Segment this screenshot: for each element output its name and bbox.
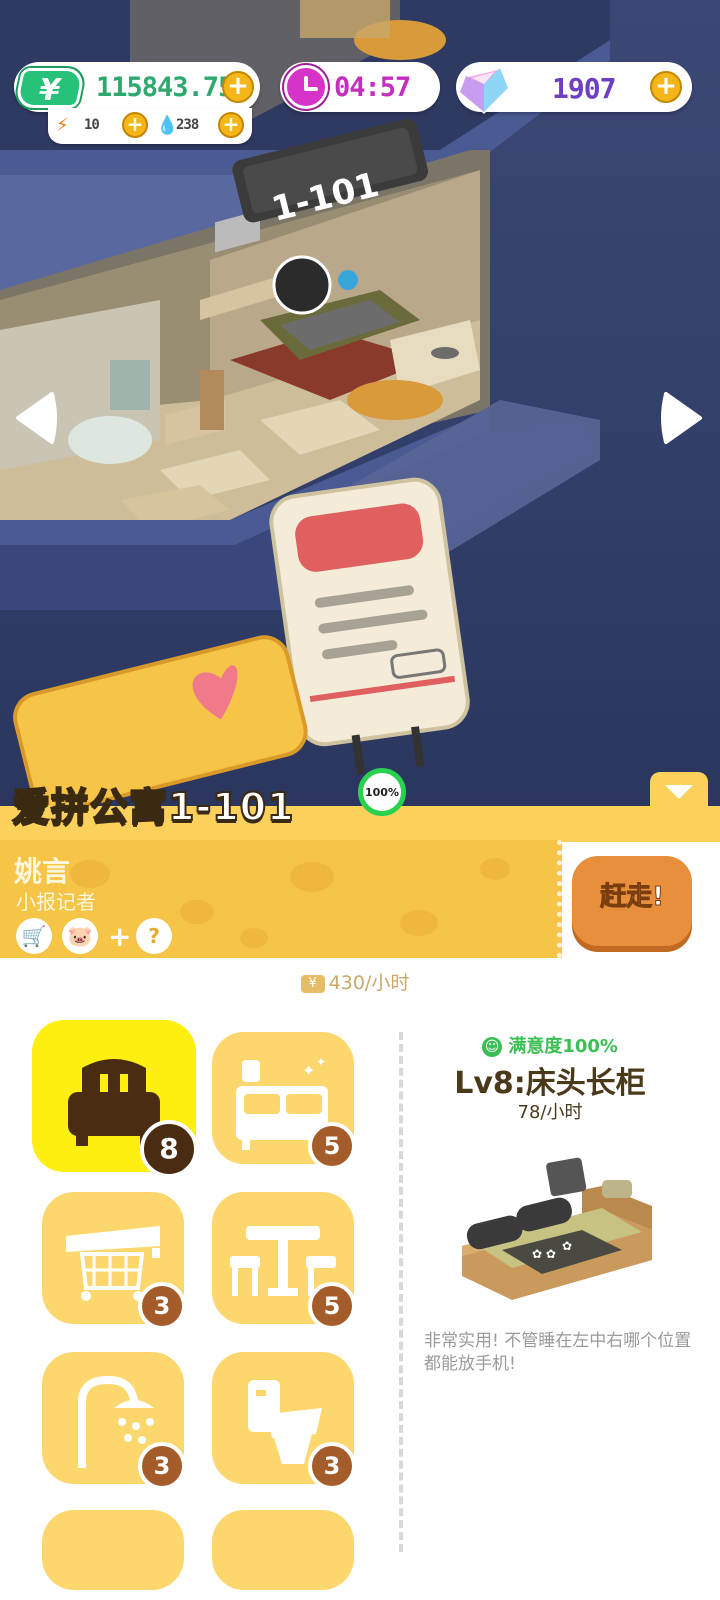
svg-text:✦: ✦ xyxy=(302,1061,315,1080)
add-money-button[interactable]: + xyxy=(222,71,254,103)
timer-value: 04:57 xyxy=(334,72,411,103)
panel-divider xyxy=(399,1032,403,1552)
previous-room-arrow-icon[interactable] xyxy=(12,390,58,446)
clock-icon xyxy=(284,65,328,109)
question-card-icon[interactable]: ? xyxy=(136,918,172,954)
tenant-card: 姚言 小报记者 🛒 🐷 + ? xyxy=(0,840,562,958)
category-bed[interactable]: 8 xyxy=(32,1020,198,1178)
next-room-arrow-icon[interactable] xyxy=(660,390,706,446)
svg-text:✦: ✦ xyxy=(316,1055,326,1069)
gem-counter: 1907 + xyxy=(456,62,692,115)
category-level-badge: 3 xyxy=(138,1442,186,1490)
item-description: 非常实用! 不管睡在左中右哪个位置都能放手机! xyxy=(424,1331,692,1374)
occupancy-value: 100% xyxy=(365,786,399,799)
tenant-role: 小报记者 xyxy=(16,890,96,914)
collapse-panel-button[interactable] xyxy=(650,772,708,816)
category-more-1[interactable] xyxy=(42,1510,184,1590)
lightning-icon: ⚡ xyxy=(56,115,69,136)
shopping-cart-icon: 🛒 xyxy=(16,918,52,954)
resource-counter: ⚡ 10 + 💧 238 + xyxy=(48,108,252,144)
gem-value: 1907 xyxy=(552,72,616,105)
category-toilet[interactable]: 3 xyxy=(212,1352,356,1490)
category-level-badge: 8 xyxy=(140,1120,198,1178)
timer-display: 04:57 xyxy=(280,62,440,112)
water-value: 238 xyxy=(176,117,199,133)
satisfaction-value: 满意度100% xyxy=(508,1036,618,1057)
apartment-title: 爱拼公寓1-101 xyxy=(11,784,295,830)
add-gems-button[interactable]: + xyxy=(650,71,682,103)
evict-tenant-button[interactable]: 赶走! xyxy=(572,856,692,946)
tenant-name: 姚言 xyxy=(14,855,71,888)
trait-plus-sign: + xyxy=(108,920,132,953)
smile-icon: ☺ xyxy=(482,1037,503,1057)
category-more-2[interactable] xyxy=(212,1510,354,1590)
money-counter: ¥ 115843.75 + xyxy=(13,62,260,112)
diamond-gem-icon xyxy=(458,66,510,115)
svg-text:✿ ✿: ✿ ✿ xyxy=(532,1247,556,1261)
pig-icon: 🐷 xyxy=(62,918,98,954)
energy-value: 10 xyxy=(84,117,100,133)
bed-with-headboard-cabinet-image: ✿ ✿ ✿ xyxy=(462,1157,652,1300)
item-title: Lv8:床头长柜 xyxy=(454,1066,646,1101)
yuan-money-icon: ¥ xyxy=(13,68,87,108)
category-cabinet[interactable]: ✦ ✦ 5 xyxy=(212,1032,356,1170)
occupancy-badge: 100% xyxy=(358,768,406,816)
add-energy-button[interactable]: + xyxy=(122,112,148,138)
svg-text:✿: ✿ xyxy=(562,1239,572,1253)
add-water-button[interactable]: + xyxy=(218,112,244,138)
item-rate: 78/小时 xyxy=(517,1102,583,1123)
category-level-badge: 3 xyxy=(138,1282,186,1330)
yuan-money-icon: ¥ xyxy=(300,974,325,993)
category-shower[interactable]: 3 xyxy=(42,1352,186,1490)
category-level-badge: 3 xyxy=(308,1442,356,1490)
income-rate: ¥430/小时 xyxy=(0,968,710,995)
category-table[interactable]: 5 xyxy=(212,1192,356,1330)
income-rate-value: 430/小时 xyxy=(328,972,410,994)
category-level-badge: 5 xyxy=(308,1282,356,1330)
money-value: 115843.75 xyxy=(96,72,234,103)
satisfaction-label: ☺ 满意度100% xyxy=(420,1032,680,1058)
category-level-badge: 5 xyxy=(308,1122,356,1170)
category-bathtub[interactable]: 3 xyxy=(42,1192,186,1330)
